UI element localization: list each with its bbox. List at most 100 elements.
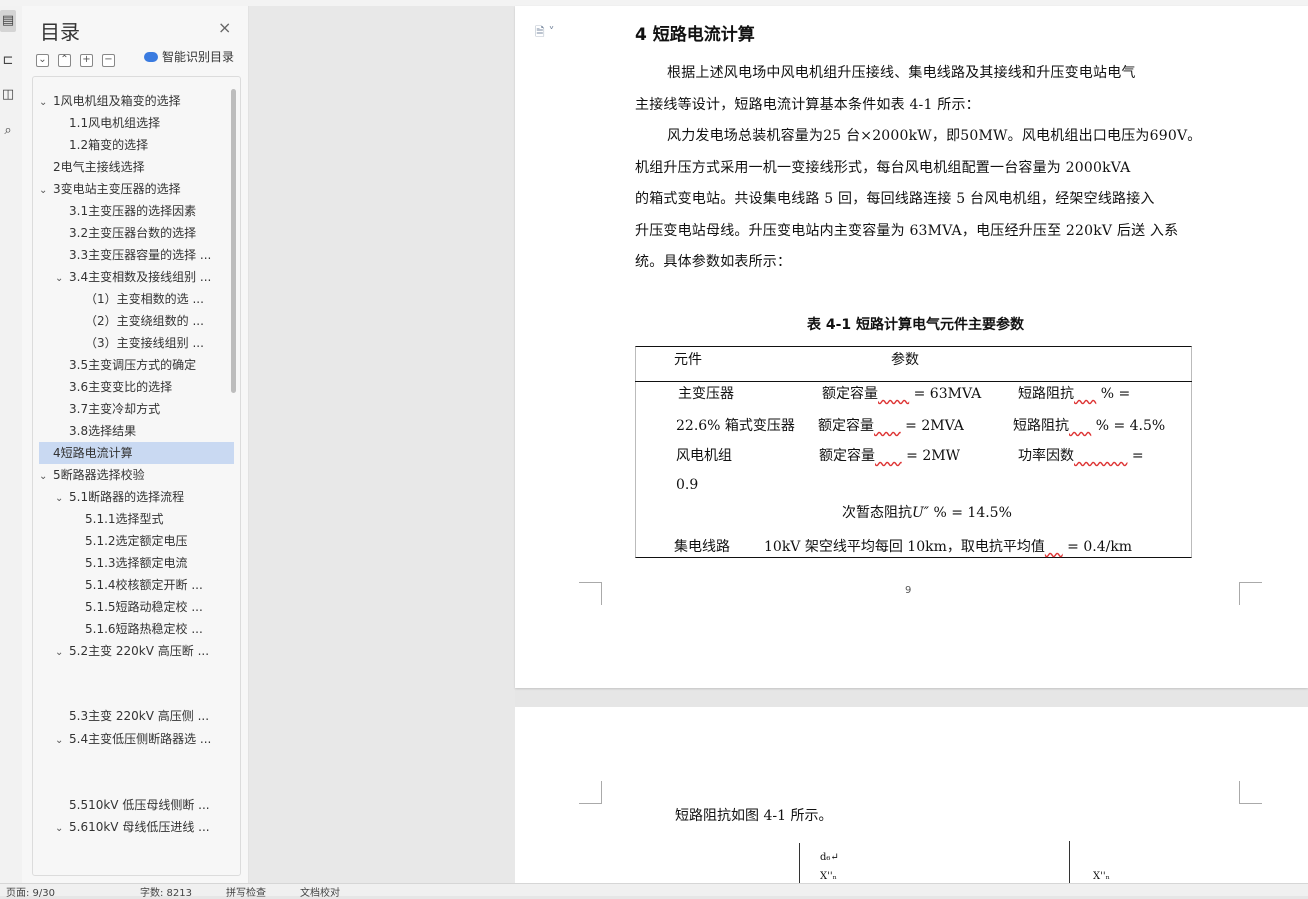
toc-item-label: 2电气主接线选择 [53,160,145,174]
table-cell: 额定容量 = 2MVA [818,418,964,434]
table-header-component: 元件 [674,352,702,368]
table-cell: 主变压器 [678,386,734,402]
toc-item[interactable]: （2）主变绕组数的 ... [71,310,223,332]
toc-item-label: 3.2主变压器台数的选择 [69,226,197,240]
toc-item[interactable]: 3.8选择结果 [55,420,223,442]
page-corner-mark [1239,582,1262,605]
toc-item[interactable]: 3.7主变冷却方式 [55,398,223,420]
toc-item-label: 1风电机组及箱变的选择 [53,94,181,108]
toc-item-label: 5.1.5短路动稳定校 ... [85,600,203,614]
table-cell: 22.6% 箱式变压器 [676,418,795,434]
document-page-2[interactable]: 短路阻抗如图 4-1 所示。 d₆↵ X''ₙ X''ₙ [515,707,1308,883]
table-cell: 功率因数 = [1018,448,1144,464]
toc-item-label: 3变电站主变压器的选择 [53,182,181,196]
status-spellcheck[interactable]: 拼写检查 [226,884,266,899]
page-corner-mark [579,781,602,804]
chevron-down-icon[interactable]: ⌄ [55,488,69,508]
toc-item-label: 5.1断路器的选择流程 [69,490,185,504]
toc-item-label: （2）主变绕组数的 ... [85,314,204,328]
toc-item[interactable]: 5.510kV 低压母线侧断 ... [55,794,223,816]
toc-item[interactable]: 3.3主变压器容量的选择 ... [55,244,223,266]
side-rail: ▤ ⊏ ◫ ⌕ [0,6,23,883]
figure-label: X''ₙ [820,871,837,882]
toc-item[interactable]: 3.2主变压器台数的选择 [55,222,223,244]
toc-item-label: 5断路器选择校验 [53,468,145,482]
toc-item-label: （1）主变相数的选 ... [85,292,204,306]
toc-item-label: 3.6主变变比的选择 [69,380,173,394]
figure-label: d₆↵ [820,852,839,863]
collapse-all-icon[interactable]: ⌃ [58,54,71,67]
toc-item[interactable]: 5.1.3选择额定电流 [71,552,223,574]
toc-item[interactable]: 5.1.4校核额定开断 ... [71,574,223,596]
chapter-icon[interactable]: ⊏ [0,50,16,72]
toc-scrollbar[interactable] [231,89,236,393]
toc-item[interactable]: 5.1.1选择型式 [71,508,223,530]
toc-item-label: 4短路电流计算 [53,446,133,460]
toc-item[interactable]: 3.6主变变比的选择 [55,376,223,398]
toc-list[interactable]: ⌄ 1风电机组及箱变的选择 1.1风电机组选择 1.2箱变的选择 2电气主接线选择 ⌄ 3变… [32,76,241,876]
table-cell: 短路阻抗 % = [1018,386,1131,402]
close-icon[interactable]: × [218,18,231,37]
toc-item-label: 3.7主变冷却方式 [69,402,161,416]
toc-item[interactable]: ⌄ 3变电站主变压器的选择 [39,178,223,200]
chevron-down-icon[interactable]: ⌄ [55,730,69,750]
table-cell: 风电机组 [676,448,732,464]
chevron-down-icon[interactable]: ⌄ [55,268,69,288]
chevron-down-icon[interactable]: ⌄ [55,818,69,838]
paragraph-1: 根据上述风电场中风电机组升压接线、集电线路及其接线和升压变电站电气 主接线等设计… [635,65,1136,113]
toc-item[interactable]: ⌄ 3.4主变相数及接线组别 ... [55,266,223,288]
toc-item-label: 3.5主变调压方式的确定 [69,358,197,372]
add-heading-icon[interactable]: + [80,54,93,67]
bookmark-icon[interactable]: ◫ [0,84,16,106]
toc-item[interactable]: 2电气主接线选择 [39,156,223,178]
chevron-down-icon[interactable]: ⌄ [39,92,53,112]
table-caption: 表 4-1 短路计算电气元件主要参数 [807,317,1025,333]
status-page[interactable]: 页面: 9/30 [6,884,55,899]
chevron-down-icon[interactable]: ⌄ [55,642,69,662]
figure-line [1069,841,1070,883]
expand-all-icon[interactable]: ⌄ [36,54,49,67]
toc-item[interactable]: 3.1主变压器的选择因素 [55,200,223,222]
toc-item[interactable]: 5.1.5短路动稳定校 ... [71,596,223,618]
table-cell: 额定容量 = 2MW [819,448,960,464]
toc-toolbar: ⌄ ⌃ + − [36,50,124,67]
toc-item[interactable]: 5.1.2选定额定电压 [71,530,223,552]
toc-item[interactable]: ⌄ 5.4主变低压侧断路器选 ... [55,728,223,750]
toc-item[interactable]: 1.1风电机组选择 [55,112,223,134]
toc-item[interactable]: （3）主变接线组别 ... [71,332,223,354]
page-corner-mark [579,582,602,605]
toc-item-selected[interactable]: 4短路电流计算 [39,442,234,464]
toc-icon[interactable]: ▤ [0,10,16,32]
toc-item[interactable]: ⌄ 5.2主变 220kV 高压断 ... [55,640,223,662]
status-word-count[interactable]: 字数: 8213 [140,884,192,899]
toc-item[interactable]: 5.1.6短路热稳定校 ... [71,618,223,640]
toc-item[interactable]: （1）主变相数的选 ... [71,288,223,310]
toc-title: 目录 [40,20,80,44]
table-cell: 次暂态阻抗U″ % = 14.5% [842,505,1012,521]
smart-toc-button[interactable]: 智能识别目录 [144,48,234,65]
toc-item-label: 5.1.2选定额定电压 [85,534,188,548]
toc-item[interactable]: 3.5主变调压方式的确定 [55,354,223,376]
toc-item[interactable]: ⌄ 5断路器选择校验 [39,464,223,486]
document-options-icon[interactable]: 🗎 ˅ [535,23,554,44]
find-icon[interactable]: ⌕ [0,120,16,142]
toc-item[interactable]: ⌄ 5.1断路器的选择流程 [55,486,223,508]
paragraph-2: 风力发电场总装机容量为25 台×2000kW，即50MW。风电机组出口电压为69… [635,128,1202,270]
toc-item-label: 3.4主变相数及接线组别 ... [69,270,212,284]
status-proofread[interactable]: 文档校对 [300,884,340,899]
page-number: 9 [905,585,912,596]
toc-item[interactable]: ⌄ 1风电机组及箱变的选择 [39,90,223,112]
toc-item-label: 5.1.3选择额定电流 [85,556,188,570]
toc-item[interactable]: ⌄ 5.610kV 母线低压进线 ... [55,816,223,838]
toc-item[interactable]: 1.2箱变的选择 [55,134,223,156]
figure-intro-text: 短路阻抗如图 4-1 所示。 [675,808,833,824]
figure-label: X''ₙ [1093,871,1110,882]
table-cell: 短路阻抗 % = 4.5% [1013,418,1166,434]
toc-item[interactable]: 5.3主变 220kV 高压侧 ... [55,705,223,727]
toc-item-label: 5.2主变 220kV 高压断 ... [69,644,210,658]
toc-item-label: 3.8选择结果 [69,424,137,438]
chevron-down-icon[interactable]: ⌄ [39,466,53,486]
remove-heading-icon[interactable]: − [102,54,115,67]
document-page[interactable]: 🗎 ˅ 4 短路电流计算 根据上述风电场中风电机组升压接线、集电线路及其接线和升… [515,6,1308,688]
chevron-down-icon[interactable]: ⌄ [39,180,53,200]
